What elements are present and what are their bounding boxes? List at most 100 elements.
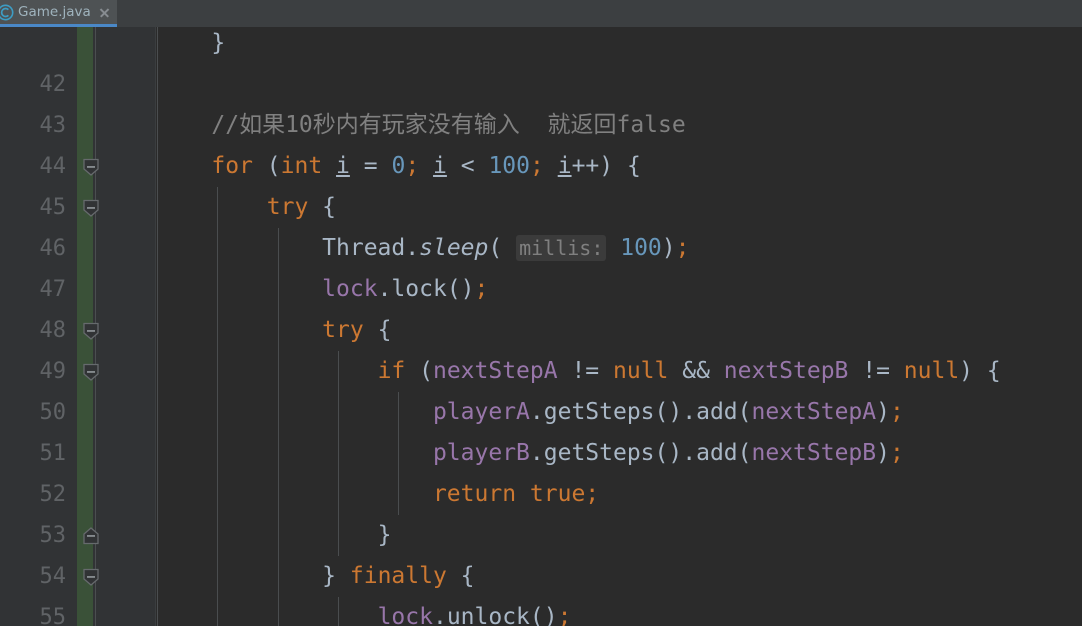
line-number[interactable]: 49 <box>0 351 66 392</box>
code-token: if <box>378 358 406 384</box>
line-number[interactable]: 47 <box>0 269 66 310</box>
code-text[interactable]: return true; <box>156 474 599 515</box>
code-text[interactable]: lock.lock(); <box>156 269 488 310</box>
code-token: 100 <box>620 235 662 261</box>
code-text[interactable]: playerB.getSteps().add(nextStepB); <box>156 433 904 474</box>
code-token: () <box>530 604 558 626</box>
code-token: != <box>848 358 903 384</box>
code-line[interactable]: 44 for (int i = 0; i < 100; i++) { <box>0 146 1082 187</box>
code-line[interactable]: 42 <box>0 64 1082 105</box>
code-line[interactable]: } <box>0 27 1082 64</box>
line-number[interactable]: 51 <box>0 433 66 474</box>
code-line[interactable]: 46 Thread.sleep( millis: 100); <box>0 228 1082 269</box>
line-number[interactable]: 54 <box>0 556 66 597</box>
editor-tab-bar: Game.java <box>0 0 1082 27</box>
code-line[interactable]: 47 lock.lock(); <box>0 269 1082 310</box>
code-token: ) { <box>959 358 1001 384</box>
code-text[interactable]: try { <box>156 187 336 228</box>
code-line[interactable]: 49 if (nextStepA != null && nextStepB !=… <box>0 351 1082 392</box>
code-token: lock <box>391 276 446 302</box>
line-number[interactable]: 44 <box>0 146 66 187</box>
indent-guide <box>157 64 158 105</box>
close-icon[interactable] <box>98 6 111 19</box>
code-token: getSteps <box>544 399 655 425</box>
code-token <box>156 317 322 343</box>
tab-game-java[interactable]: Game.java <box>0 0 117 27</box>
code-line[interactable]: 51 playerB.getSteps().add(nextStepB); <box>0 433 1082 474</box>
code-token <box>606 235 620 261</box>
code-line[interactable]: 45 try { <box>0 187 1082 228</box>
code-token: } <box>378 522 392 548</box>
code-token: for <box>211 153 253 179</box>
line-number[interactable]: 45 <box>0 187 66 228</box>
code-text[interactable]: //如果10秒内有玩家没有输入 就返回false <box>156 105 686 146</box>
code-token: . <box>405 235 419 261</box>
code-token: ( <box>488 235 516 261</box>
code-token: ++ <box>572 153 600 179</box>
code-token: ; <box>405 153 419 179</box>
line-number[interactable]: 43 <box>0 105 66 146</box>
code-token: . <box>378 276 392 302</box>
code-token: () <box>655 399 683 425</box>
code-line[interactable]: 54 } finally { <box>0 556 1082 597</box>
fold-expand-icon[interactable] <box>80 525 102 547</box>
code-text[interactable]: for (int i = 0; i < 100; i++) { <box>156 146 641 187</box>
code-line[interactable]: 50 playerA.getSteps().add(nextStepA); <box>0 392 1082 433</box>
code-text[interactable]: lock.unlock(); <box>156 597 571 626</box>
code-line[interactable]: 43 //如果10秒内有玩家没有输入 就返回false <box>0 105 1082 146</box>
code-token: try <box>267 194 309 220</box>
line-number[interactable]: 42 <box>0 64 66 105</box>
code-text[interactable]: try { <box>156 310 391 351</box>
tab-label: Game.java <box>18 4 91 20</box>
line-number[interactable]: 48 <box>0 310 66 351</box>
fold-collapse-icon[interactable] <box>80 320 102 342</box>
code-token: ; <box>890 399 904 425</box>
code-token: ( <box>738 440 752 466</box>
code-editor[interactable]: }4243 //如果10秒内有玩家没有输入 就返回false44 for (in… <box>0 27 1082 626</box>
code-token: millis: <box>516 235 606 261</box>
code-token: ) { <box>599 153 641 179</box>
code-text[interactable]: } <box>156 515 391 556</box>
code-line[interactable]: 55 lock.unlock(); <box>0 597 1082 626</box>
code-token: ; <box>585 481 599 507</box>
code-token: null <box>904 358 959 384</box>
code-line[interactable]: 48 try { <box>0 310 1082 351</box>
code-token <box>156 440 433 466</box>
code-token: 0 <box>391 153 405 179</box>
line-number[interactable]: 53 <box>0 515 66 556</box>
code-token <box>156 358 378 384</box>
code-token <box>544 153 558 179</box>
code-token: int <box>281 153 323 179</box>
code-token: //如果10秒内有玩家没有输入 就返回false <box>211 112 685 138</box>
code-line[interactable]: 53 } <box>0 515 1082 556</box>
code-token: playerB <box>433 440 530 466</box>
code-line[interactable]: 52 return true; <box>0 474 1082 515</box>
code-token: try <box>322 317 364 343</box>
code-token <box>156 194 267 220</box>
line-number[interactable]: 50 <box>0 392 66 433</box>
code-token: { <box>308 194 336 220</box>
code-text[interactable]: } finally { <box>156 556 475 597</box>
fold-collapse-icon[interactable] <box>80 361 102 383</box>
fold-collapse-icon[interactable] <box>80 566 102 588</box>
code-token: finally <box>350 563 447 589</box>
code-text[interactable]: playerA.getSteps().add(nextStepA); <box>156 392 904 433</box>
code-token: () <box>655 440 683 466</box>
code-token: Thread <box>322 235 405 261</box>
code-token: i <box>433 153 447 179</box>
line-number[interactable]: 52 <box>0 474 66 515</box>
code-token: ; <box>890 440 904 466</box>
code-token: nextStepB <box>724 358 849 384</box>
code-text[interactable]: } <box>156 27 225 64</box>
code-text[interactable]: if (nextStepA != null && nextStepB != nu… <box>156 351 1001 392</box>
code-token: ) <box>876 440 890 466</box>
line-number[interactable]: 46 <box>0 228 66 269</box>
fold-collapse-icon[interactable] <box>80 156 102 178</box>
code-token <box>156 112 211 138</box>
line-number[interactable]: 55 <box>0 597 66 626</box>
code-token: ( <box>405 358 433 384</box>
code-text[interactable]: Thread.sleep( millis: 100); <box>156 228 690 269</box>
code-token <box>516 481 530 507</box>
fold-collapse-icon[interactable] <box>80 197 102 219</box>
code-token <box>156 235 322 261</box>
